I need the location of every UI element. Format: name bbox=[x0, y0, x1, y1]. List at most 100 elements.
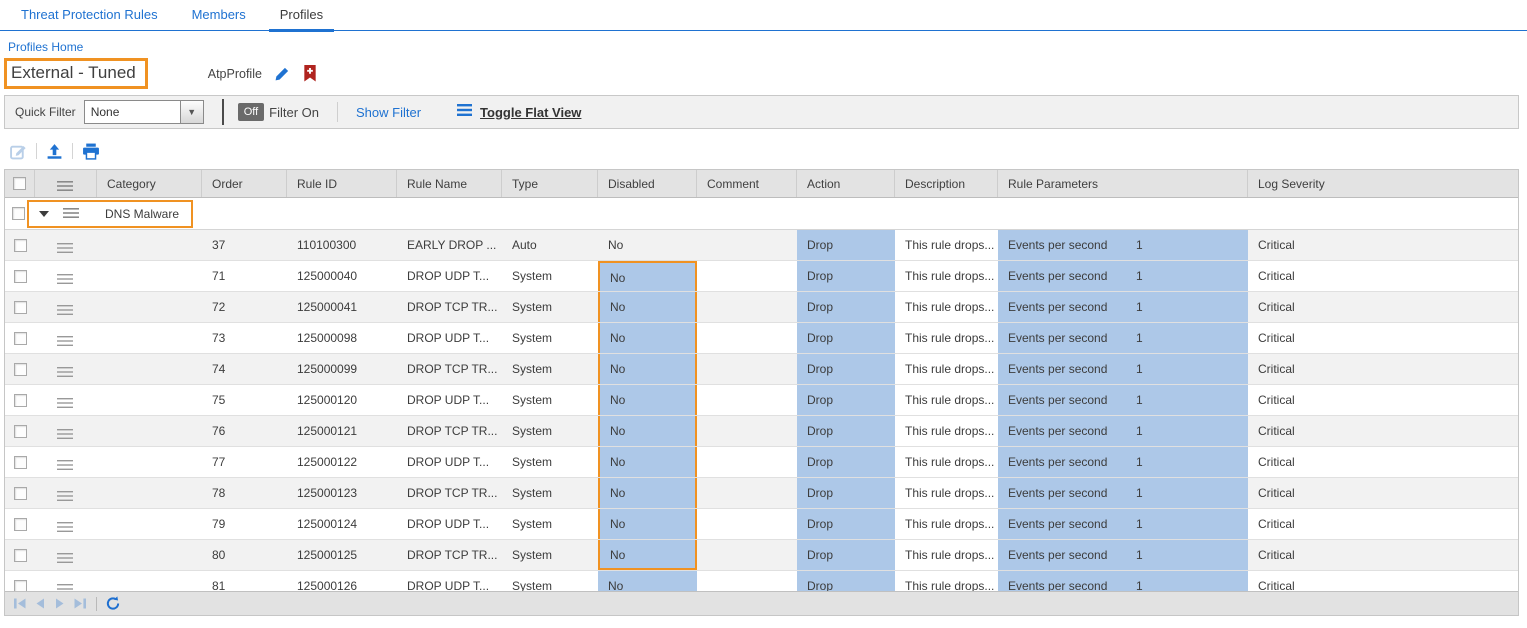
table-row[interactable]: 80125000125DROP TCP TR...SystemNoDropThi… bbox=[5, 540, 1518, 571]
column-header-comment[interactable]: Comment bbox=[697, 170, 797, 197]
rule-param-value: 1 bbox=[1136, 362, 1143, 384]
row-checkbox[interactable] bbox=[14, 363, 27, 376]
table-row[interactable]: 37110100300EARLY DROP ...AutoNoDropThis … bbox=[5, 230, 1518, 261]
row-checkbox[interactable] bbox=[14, 580, 27, 592]
row-checkbox[interactable] bbox=[14, 332, 27, 345]
table-row[interactable]: 78125000123DROP TCP TR...SystemNoDropThi… bbox=[5, 478, 1518, 509]
log-severity-cell: Critical bbox=[1248, 261, 1518, 291]
column-header-order[interactable]: Order bbox=[202, 170, 287, 197]
table-row[interactable]: 81125000126DROP UDP T...SystemNoDropThis… bbox=[5, 571, 1518, 591]
drag-handle-icon[interactable] bbox=[57, 335, 73, 349]
table-row[interactable]: 73125000098DROP UDP T...SystemNoDropThis… bbox=[5, 323, 1518, 354]
disabled-cell: No bbox=[598, 230, 697, 260]
rule-param-name: Events per second bbox=[1008, 300, 1136, 322]
row-checkbox[interactable] bbox=[14, 394, 27, 407]
table-row[interactable]: 76125000121DROP TCP TR...SystemNoDropThi… bbox=[5, 416, 1518, 447]
comment-cell bbox=[697, 416, 797, 446]
row-checkbox[interactable] bbox=[14, 301, 27, 314]
rule-param-name: Events per second bbox=[1008, 455, 1136, 477]
column-header-rule-id[interactable]: Rule ID bbox=[287, 170, 397, 197]
row-checkbox[interactable] bbox=[14, 518, 27, 531]
drag-handle-icon[interactable] bbox=[57, 521, 73, 535]
drag-handle-icon[interactable] bbox=[57, 304, 73, 318]
rule-id-cell: 125000123 bbox=[287, 478, 397, 508]
tab-members[interactable]: Members bbox=[175, 0, 263, 30]
rule-name-cell: DROP TCP TR... bbox=[397, 292, 502, 322]
row-checkbox[interactable] bbox=[14, 456, 27, 469]
rule-name-cell: DROP UDP T... bbox=[397, 323, 502, 353]
rule-parameters-cell: Events per second1 bbox=[998, 261, 1248, 291]
rule-parameters-cell: Events per second1 bbox=[998, 478, 1248, 508]
tab-threat-protection-rules[interactable]: Threat Protection Rules bbox=[4, 0, 175, 30]
table-row[interactable]: 71125000040DROP UDP T...SystemNoDropThis… bbox=[5, 261, 1518, 292]
column-header-rule-parameters[interactable]: Rule Parameters bbox=[998, 170, 1248, 197]
print-icon[interactable] bbox=[82, 143, 100, 160]
upload-icon[interactable] bbox=[46, 143, 63, 160]
rule-parameters-cell: Events per second1 bbox=[998, 509, 1248, 539]
add-bookmark-icon[interactable] bbox=[303, 65, 317, 82]
disabled-cell: No bbox=[598, 416, 697, 446]
row-checkbox-cell bbox=[5, 354, 35, 384]
next-page-icon[interactable] bbox=[51, 595, 69, 613]
chevron-down-icon[interactable]: ▼ bbox=[180, 101, 203, 123]
category-cell bbox=[97, 571, 202, 591]
description-cell: This rule drops... bbox=[895, 509, 998, 539]
refresh-icon[interactable] bbox=[104, 595, 122, 613]
drag-handle-icon[interactable] bbox=[57, 583, 73, 591]
drag-handle-icon[interactable] bbox=[63, 205, 79, 223]
row-checkbox[interactable] bbox=[14, 239, 27, 252]
group-checkbox[interactable] bbox=[12, 207, 25, 220]
column-header-rule-name[interactable]: Rule Name bbox=[397, 170, 502, 197]
last-page-icon[interactable] bbox=[71, 595, 89, 613]
rule-parameters-cell: Events per second1 bbox=[998, 354, 1248, 384]
drag-handle-icon[interactable] bbox=[57, 459, 73, 473]
select-all-checkbox-cell bbox=[5, 170, 35, 197]
category-cell bbox=[97, 447, 202, 477]
first-page-icon[interactable] bbox=[11, 595, 29, 613]
order-cell: 37 bbox=[202, 230, 287, 260]
table-row[interactable]: 74125000099DROP TCP TR...SystemNoDropThi… bbox=[5, 354, 1518, 385]
row-checkbox[interactable] bbox=[14, 270, 27, 283]
group-row-dns-malware[interactable]: DNS Malware bbox=[5, 198, 1518, 230]
row-checkbox-cell bbox=[5, 230, 35, 260]
column-header-disabled[interactable]: Disabled bbox=[598, 170, 697, 197]
column-header-category[interactable]: Category bbox=[97, 170, 202, 197]
table-body: DNS Malware 37110100300EARLY DROP ...Aut… bbox=[5, 198, 1518, 591]
drag-handle-icon[interactable] bbox=[57, 552, 73, 566]
column-header-action[interactable]: Action bbox=[797, 170, 895, 197]
drag-handle-icon[interactable] bbox=[57, 397, 73, 411]
quick-filter-select[interactable]: None ▼ bbox=[84, 100, 204, 124]
breadcrumb-profiles-home[interactable]: Profiles Home bbox=[8, 40, 83, 54]
row-checkbox[interactable] bbox=[14, 549, 27, 562]
column-header-type[interactable]: Type bbox=[502, 170, 598, 197]
rule-parameters-cell: Events per second1 bbox=[998, 323, 1248, 353]
rule-id-cell: 125000122 bbox=[287, 447, 397, 477]
log-severity-cell: Critical bbox=[1248, 416, 1518, 446]
drag-handle-icon[interactable] bbox=[57, 273, 73, 287]
tab-profiles[interactable]: Profiles bbox=[263, 0, 340, 30]
quick-filter-label: Quick Filter bbox=[15, 105, 76, 119]
table-row[interactable]: 77125000122DROP UDP T...SystemNoDropThis… bbox=[5, 447, 1518, 478]
drag-handle-icon[interactable] bbox=[57, 366, 73, 380]
rule-parameters-cell: Events per second1 bbox=[998, 447, 1248, 477]
edit-pencil-icon[interactable] bbox=[274, 65, 291, 82]
rule-param-name: Events per second bbox=[1008, 424, 1136, 446]
collapse-arrow-icon[interactable] bbox=[39, 211, 49, 217]
row-checkbox[interactable] bbox=[14, 487, 27, 500]
toggle-flat-view-button[interactable]: Toggle Flat View bbox=[457, 103, 581, 121]
drag-handle-icon[interactable] bbox=[57, 428, 73, 442]
table-row[interactable]: 72125000041DROP TCP TR...SystemNoDropThi… bbox=[5, 292, 1518, 323]
drag-handle-icon[interactable] bbox=[57, 490, 73, 504]
table-row[interactable]: 79125000124DROP UDP T...SystemNoDropThis… bbox=[5, 509, 1518, 540]
previous-page-icon[interactable] bbox=[31, 595, 49, 613]
type-cell: System bbox=[502, 354, 598, 384]
drag-handle-icon[interactable] bbox=[57, 242, 73, 256]
column-header-description[interactable]: Description bbox=[895, 170, 998, 197]
filter-toggle-off-badge[interactable]: Off bbox=[238, 103, 264, 121]
row-checkbox[interactable] bbox=[14, 425, 27, 438]
rule-param-name: Events per second bbox=[1008, 393, 1136, 415]
select-all-checkbox[interactable] bbox=[13, 177, 26, 190]
table-row[interactable]: 75125000120DROP UDP T...SystemNoDropThis… bbox=[5, 385, 1518, 416]
show-filter-link[interactable]: Show Filter bbox=[356, 105, 421, 120]
column-header-log-severity[interactable]: Log Severity bbox=[1248, 170, 1518, 197]
